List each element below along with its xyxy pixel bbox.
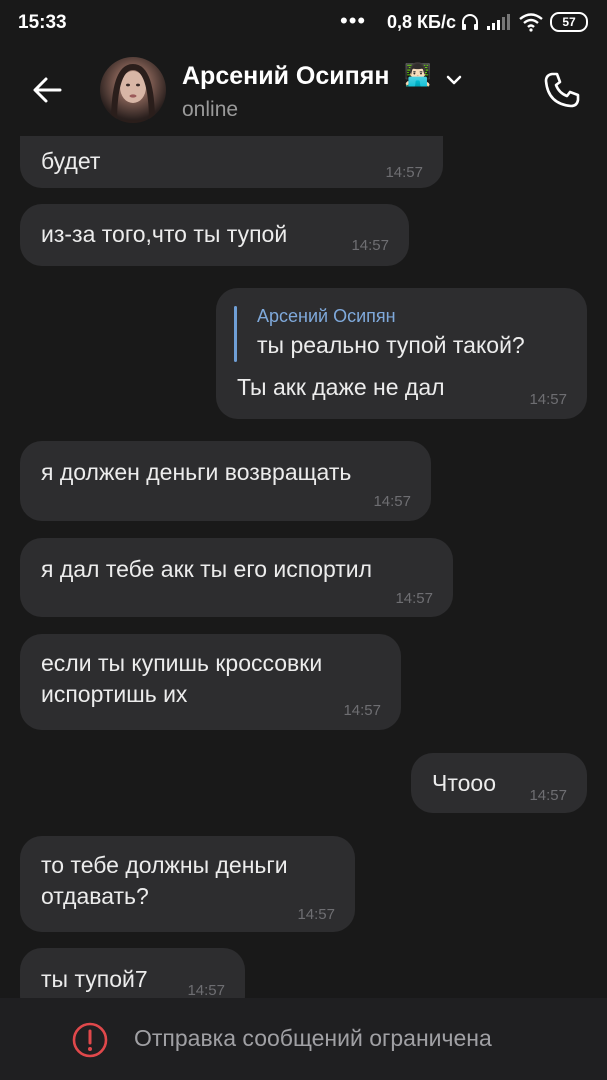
chevron-down-icon[interactable] xyxy=(444,72,464,88)
message-text: то тебе должны деньги отдавать? xyxy=(41,852,288,909)
presence-status: online xyxy=(182,98,239,121)
message-incoming[interactable]: если ты купишь кроссовки испортишь их 14… xyxy=(20,634,401,730)
message-incoming[interactable]: будет 14:57 xyxy=(20,136,443,188)
message-text: я дал тебе акк ты его испортил xyxy=(41,556,373,582)
avatar[interactable] xyxy=(100,57,166,123)
message-incoming[interactable]: то тебе должны деньги отдавать? 14:57 xyxy=(20,836,355,932)
message-outgoing-reply[interactable]: Арсений Осипян ты реально тупой такой? Т… xyxy=(216,288,587,419)
message-text: я должен деньги возвращать xyxy=(41,459,352,485)
message-time: 14:57 xyxy=(187,982,225,998)
chat-header: Арсений Осипян 👨🏻‍💻 online xyxy=(0,44,607,136)
status-bar: 15:33 ••• 0,8 КБ/с 57 xyxy=(0,0,607,44)
contact-name[interactable]: Арсений Осипян xyxy=(182,62,389,91)
message-incoming[interactable]: из-за того,что ты тупой 14:57 xyxy=(20,204,409,266)
message-time: 14:57 xyxy=(529,391,567,408)
wifi-icon xyxy=(519,13,543,32)
message-incoming[interactable]: я дал тебе акк ты его испортил 14:57 xyxy=(20,538,453,617)
battery-icon: 57 xyxy=(550,12,588,32)
reply-quote-bar xyxy=(234,306,237,362)
message-outgoing[interactable]: Чтооо 14:57 xyxy=(411,753,587,813)
network-speed: 0,8 КБ/с xyxy=(387,12,456,32)
message-incoming[interactable]: я должен деньги возвращать 14:57 xyxy=(20,441,431,521)
messaging-restricted-bar: Отправка сообщений ограничена xyxy=(0,998,607,1080)
headphones-icon xyxy=(462,14,478,30)
message-time: 14:57 xyxy=(351,237,389,254)
phone-icon[interactable] xyxy=(540,68,584,112)
message-text: будет xyxy=(41,148,101,174)
message-time: 14:57 xyxy=(395,590,433,607)
more-dots-icon: ••• xyxy=(340,8,367,33)
back-arrow-icon[interactable] xyxy=(28,70,68,110)
technologist-emoji-icon: 👨🏻‍💻 xyxy=(404,62,432,87)
status-icons: 57 xyxy=(460,12,588,32)
message-text: Ты акк даже не дал xyxy=(237,374,445,400)
warning-icon xyxy=(72,1022,108,1058)
message-time: 14:57 xyxy=(373,493,411,510)
signal-icon xyxy=(487,14,510,30)
message-time: 14:57 xyxy=(529,787,567,804)
restriction-notice: Отправка сообщений ограничена xyxy=(134,1025,492,1051)
message-text: Чтооо xyxy=(432,770,496,796)
status-time: 15:33 xyxy=(18,12,67,33)
message-time: 14:57 xyxy=(297,906,335,923)
reply-author: Арсений Осипян xyxy=(257,306,396,326)
message-text: если ты купишь кроссовки испортишь их xyxy=(41,650,323,707)
message-time: 14:57 xyxy=(343,702,381,719)
avatar-portrait-icon xyxy=(110,63,156,123)
message-list[interactable]: будет 14:57 из-за того,что ты тупой 14:5… xyxy=(0,136,607,998)
message-incoming[interactable]: ты тупой7 14:57 xyxy=(20,948,245,998)
message-text: из-за того,что ты тупой xyxy=(41,221,288,247)
message-text: ты тупой7 xyxy=(41,966,148,992)
message-time: 14:57 xyxy=(385,164,423,181)
reply-quoted-text: ты реально тупой такой? xyxy=(257,332,525,358)
